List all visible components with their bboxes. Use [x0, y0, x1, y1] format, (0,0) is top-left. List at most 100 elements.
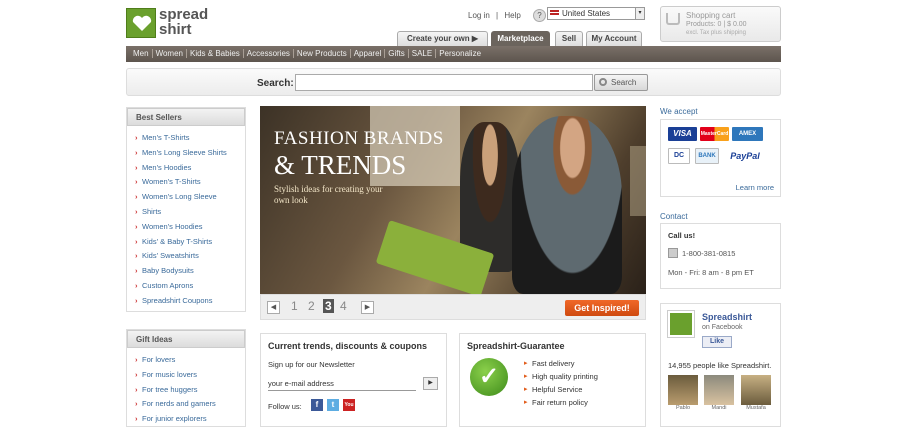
cart-icon [666, 13, 680, 25]
nav-item-sale[interactable]: SALE [408, 49, 437, 58]
country-select[interactable]: United States ▾ [547, 7, 645, 20]
list-item-continued[interactable]: Shirts [135, 205, 245, 220]
list-item[interactable]: Women's T-Shirts [135, 175, 245, 190]
list-item[interactable]: For lovers [135, 353, 245, 368]
shopping-cart[interactable]: Shopping cart Products: 0 | $ 0.00 excl.… [660, 6, 781, 42]
cart-shipping-note: excl. Tax plus shipping [686, 30, 746, 36]
mastercard-icon: MasterCard [700, 127, 729, 141]
list-item[interactable]: Kids' & Baby T-Shirts [135, 235, 245, 250]
tab-create-your-own[interactable]: Create your own ▶ [397, 31, 488, 46]
nav-item-apparel[interactable]: Apparel [350, 49, 386, 58]
list-item[interactable]: For tree huggers [135, 383, 245, 398]
fan-avatar[interactable]: Pablo [668, 375, 698, 411]
us-flag-icon [550, 10, 559, 16]
follow-us-label: Follow us: [268, 402, 302, 411]
slider-next-button[interactable]: ▶ [361, 301, 374, 314]
search-label: Search: [257, 78, 294, 89]
search-icon [599, 78, 607, 86]
facebook-page-name[interactable]: Spreadshirt [702, 312, 752, 322]
cart-title: Shopping cart [686, 11, 736, 20]
hero-banner[interactable]: FASHION BRANDS & TRENDS Stylish ideas fo… [260, 106, 646, 294]
list-item[interactable]: Spreadshirt Coupons [135, 294, 245, 309]
list-item[interactable]: Kids' Sweatshirts [135, 249, 245, 264]
newsletter-email-input[interactable] [268, 377, 416, 391]
facebook-icon[interactable]: f [311, 399, 323, 411]
nav-item-gifts[interactable]: Gifts [385, 49, 409, 58]
search-bar: Search: Search [126, 68, 781, 96]
best-sellers-title: Best Sellers [127, 108, 245, 126]
list-item[interactable]: Men's Hoodies [135, 161, 245, 176]
spreadshirt-avatar[interactable] [667, 310, 695, 338]
checkmark-icon: ✓ [470, 358, 508, 396]
list-item[interactable]: For junior explorers [135, 412, 245, 427]
slider-page-2[interactable]: 2 [308, 299, 315, 313]
list-item[interactable]: Men's T-Shirts [135, 131, 245, 146]
slider-page-4[interactable]: 4 [340, 299, 347, 313]
trends-title: Current trends, discounts & coupons [268, 341, 428, 351]
phone-icon [668, 248, 678, 258]
list-item[interactable]: Baby Bodysuits [135, 264, 245, 279]
gift-ideas-title: Gift Ideas [127, 330, 245, 348]
nav-item-new-products[interactable]: New Products [293, 49, 351, 58]
facebook-like-count: 14,955 people like Spreadshirt. [668, 361, 772, 370]
nav-item-personalize[interactable]: Personalize [436, 49, 484, 58]
nav-item-women[interactable]: Women [152, 49, 187, 58]
facebook-like-button[interactable]: Like [702, 336, 732, 348]
search-input[interactable] [295, 74, 593, 91]
cart-info: Products: 0 | $ 0.00 [686, 21, 747, 28]
diners-icon: DC [668, 148, 690, 164]
hero-man-figure [512, 116, 622, 294]
payment-methods: VISA MasterCard AMEX DC BANK PayPal Lear… [660, 119, 781, 197]
best-sellers-panel: Best Sellers Men's T-Shirts Men's Long S… [126, 107, 246, 312]
hero-title-line1: FASHION BRANDS [274, 128, 444, 149]
guarantee-title: Spreadshirt-Guarantee [467, 341, 565, 351]
guarantee-item: Fair return policy [524, 396, 598, 409]
hero-background-light [630, 146, 646, 216]
nav-item-kids-babies[interactable]: Kids & Babies [186, 49, 244, 58]
facebook-on-label: on Facebook [702, 324, 743, 331]
login-link[interactable]: Log in [468, 11, 490, 20]
slider-prev-button[interactable]: ◀ [267, 301, 280, 314]
twitter-icon[interactable]: t [327, 399, 339, 411]
get-inspired-button[interactable]: Get Inspired! [565, 300, 639, 316]
country-value: United States [562, 9, 611, 18]
bank-transfer-icon: BANK [695, 148, 719, 164]
slider-page-1[interactable]: 1 [291, 299, 298, 313]
phone-number: 1-800-381-0815 [682, 249, 736, 258]
call-us-label: Call us! [668, 231, 696, 240]
spreadshirt-logo[interactable]: spread shirt [126, 7, 211, 40]
slider-page-3[interactable]: 3 [323, 299, 334, 313]
fan-name: Mandi [711, 405, 727, 411]
arrow-icon: ▶ [471, 34, 479, 43]
gift-ideas-panel: Gift Ideas For lovers For music lovers F… [126, 329, 246, 427]
list-item[interactable]: Women's Hoodies [135, 220, 245, 235]
youtube-icon[interactable]: You Tube [343, 399, 355, 420]
fan-avatar[interactable]: Mustafa [741, 375, 771, 411]
list-item[interactable]: Women's Long Sleeve [135, 190, 245, 205]
business-hours: Mon - Fri: 8 am - 8 pm ET [668, 268, 754, 277]
newsletter-label: Sign up for our Newsletter [268, 360, 355, 369]
visa-icon: VISA [668, 127, 697, 141]
list-item[interactable]: For nerds and gamers [135, 397, 245, 412]
learn-more-link[interactable]: Learn more [736, 183, 774, 192]
list-item[interactable]: Custom Aprons [135, 279, 245, 294]
tab-sell[interactable]: Sell [555, 31, 583, 46]
contact-panel: Call us! 1-800-381-0815 Mon - Fri: 8 am … [660, 223, 781, 289]
list-item[interactable]: For music lovers [135, 368, 245, 383]
help-link[interactable]: Help [504, 11, 520, 20]
list-item[interactable]: Men's Long Sleeve Shirts [135, 146, 245, 161]
search-button[interactable]: Search [594, 74, 648, 91]
tab-my-account[interactable]: My Account [586, 31, 642, 46]
nav-item-accessories[interactable]: Accessories [243, 49, 294, 58]
fan-avatar[interactable]: Mandi [704, 375, 734, 411]
hero-subtitle: Stylish ideas for creating your own look [274, 184, 383, 205]
nav-item-men[interactable]: Men [130, 49, 153, 58]
amex-icon: AMEX [732, 127, 763, 141]
chevron-down-icon: ▾ [635, 8, 644, 19]
newsletter-submit-button[interactable]: ▶ [423, 377, 438, 390]
category-nav: Men Women Kids & Babies Accessories New Prod… [126, 46, 781, 62]
tab-marketplace[interactable]: Marketplace [491, 31, 550, 46]
help-icon[interactable]: ? [533, 9, 547, 22]
guarantee-item: Fast delivery [524, 357, 598, 370]
hero-title-line2: & TRENDS [274, 150, 407, 180]
